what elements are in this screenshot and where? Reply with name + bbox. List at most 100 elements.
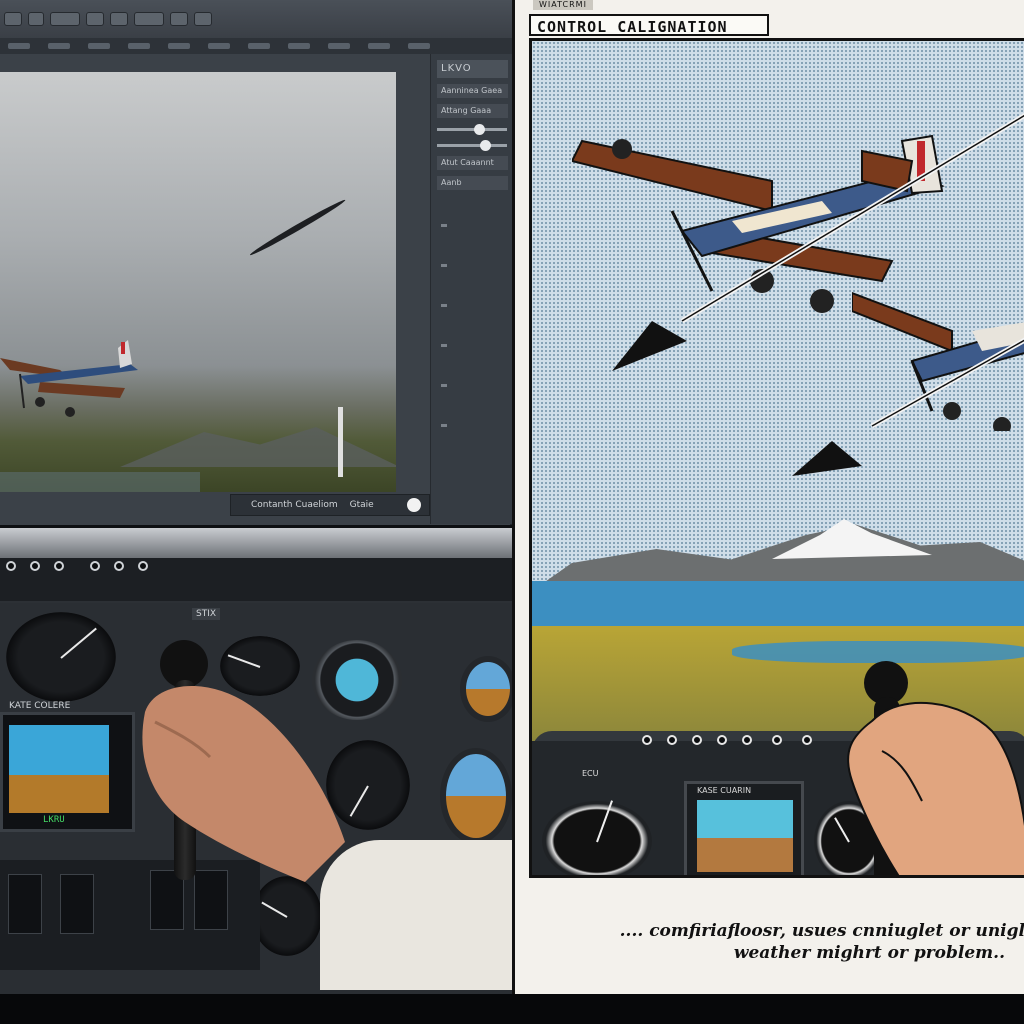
menu-button-3[interactable] — [50, 12, 80, 26]
tool-button[interactable] — [128, 43, 150, 49]
menu-button-2[interactable] — [28, 12, 44, 26]
list-tick — [441, 344, 447, 347]
heading-indicator — [440, 748, 512, 844]
pfd-label: KASE CUARIN — [697, 786, 752, 795]
panel-screw — [114, 561, 124, 571]
biplane-icon — [0, 340, 138, 417]
window-titlebar — [0, 0, 512, 38]
pfd-ground — [9, 775, 109, 813]
panel-screw — [6, 561, 16, 571]
pilot-hand — [142, 685, 345, 882]
airspeed-gauge — [6, 612, 116, 702]
setting-slider-2[interactable] — [437, 140, 508, 151]
record-toggle[interactable] — [407, 498, 421, 512]
glareshield — [0, 558, 512, 603]
tool-button[interactable] — [88, 43, 110, 49]
comic-panel: WIATCRMI CONTROL CALIGNATION KASE CUARIN… — [512, 0, 1024, 994]
panel-screw — [802, 735, 812, 745]
tool-button[interactable] — [368, 43, 390, 49]
panel-screw — [54, 561, 64, 571]
caption-line-1: .... comfiriafloosr, usues cnniuglet or … — [619, 921, 1024, 941]
panel-screw — [642, 735, 652, 745]
lake — [0, 472, 200, 492]
menu-button-4[interactable] — [86, 12, 104, 26]
tool-button[interactable] — [248, 43, 270, 49]
river — [732, 641, 1024, 663]
comic-illustration: KASE CUARIN ECU — [529, 38, 1024, 878]
wind-turbine-tower — [338, 407, 343, 477]
screen: LKVO Aanninea Gaea Attang Gaaa Atut Caaa… — [0, 0, 1024, 1024]
slider-knob[interactable] — [480, 140, 491, 151]
slider-knob[interactable] — [474, 124, 485, 135]
list-tick — [441, 224, 447, 227]
status-left-text: Contanth Cuaeliom — [251, 500, 338, 510]
flight-viewport[interactable] — [0, 72, 396, 492]
panel-screw — [90, 561, 100, 571]
toolbar — [0, 38, 512, 54]
menu-button-1[interactable] — [4, 12, 22, 26]
comic-title: CONTROL CALIGNATION — [537, 18, 728, 36]
status-right-text: Gtaie — [349, 500, 374, 510]
settings-list-scroll[interactable] — [431, 224, 513, 484]
setting-row-4[interactable]: Aanb — [437, 176, 508, 190]
lake — [532, 581, 1024, 626]
gauge-needle — [261, 901, 288, 918]
panel-screw — [692, 735, 702, 745]
pfd-sky — [9, 725, 109, 775]
gauge-needle — [596, 800, 613, 843]
menu-button-7[interactable] — [170, 12, 188, 26]
direction-arrows — [612, 112, 1024, 476]
list-tick — [441, 264, 447, 267]
tool-button[interactable] — [8, 43, 30, 49]
comic-title-box: CONTROL CALIGNATION — [529, 14, 769, 36]
slider-track — [437, 144, 507, 147]
dash-label: ECU — [582, 769, 599, 778]
pilot-hand — [847, 701, 1024, 875]
primary-flight-display: KASE CUARIN — [684, 781, 804, 875]
panel-screw — [717, 735, 727, 745]
comic-tag: WIATCRMI — [533, 0, 593, 10]
list-tick — [441, 424, 447, 427]
panel-screw — [138, 561, 148, 571]
menu-button-5[interactable] — [110, 12, 128, 26]
panel-screw — [30, 561, 40, 571]
setting-row-2[interactable]: Attang Gaaa — [437, 104, 508, 118]
status-bar: Contanth Cuaeliom Gtaie — [230, 494, 430, 516]
panel-screw — [742, 735, 752, 745]
tool-button[interactable] — [288, 43, 310, 49]
caption-line-2: weather mighrt or problem.. — [733, 943, 1005, 963]
switch-module[interactable] — [8, 874, 42, 934]
tool-button[interactable] — [168, 43, 190, 49]
pfd-ground — [697, 838, 793, 872]
primary-flight-display: KATE COLERE LKRU — [0, 701, 135, 832]
comic-caption: .... comfiriafloosr, usues cnniuglet or … — [555, 920, 1024, 964]
tool-button[interactable] — [48, 43, 70, 49]
slider-track — [437, 128, 507, 131]
setting-row-3[interactable]: Atut Caaannt — [437, 156, 508, 170]
pilot-sleeve — [320, 840, 520, 990]
gauge-needle — [228, 654, 261, 668]
panel-header: LKVO — [437, 60, 508, 78]
list-tick — [441, 304, 447, 307]
simulator-window: LKVO Aanninea Gaea Attang Gaaa Atut Caaa… — [0, 0, 512, 525]
backup-attitude-indicator — [460, 656, 516, 722]
pfd-label: KATE COLERE — [9, 701, 71, 711]
pfd-sky — [697, 800, 793, 838]
airspeed-gauge — [542, 800, 652, 875]
setting-slider-1[interactable] — [437, 124, 508, 135]
bottom-bar — [0, 994, 1024, 1024]
pfd-readout: LKRU — [43, 815, 65, 825]
panel-screw — [772, 735, 782, 745]
motion-streak — [248, 197, 347, 258]
panel-placard: STIX — [192, 608, 221, 620]
tool-button[interactable] — [408, 43, 430, 49]
switch-module[interactable] — [60, 874, 94, 934]
windscreen-glare — [0, 528, 512, 558]
menu-button-6[interactable] — [134, 12, 164, 26]
tool-button[interactable] — [328, 43, 350, 49]
menu-button-8[interactable] — [194, 12, 212, 26]
panel-screw — [667, 735, 677, 745]
tool-button[interactable] — [208, 43, 230, 49]
setting-row-1[interactable]: Aanninea Gaea — [437, 84, 508, 98]
settings-panel: LKVO Aanninea Gaea Attang Gaaa Atut Caaa… — [430, 54, 512, 524]
